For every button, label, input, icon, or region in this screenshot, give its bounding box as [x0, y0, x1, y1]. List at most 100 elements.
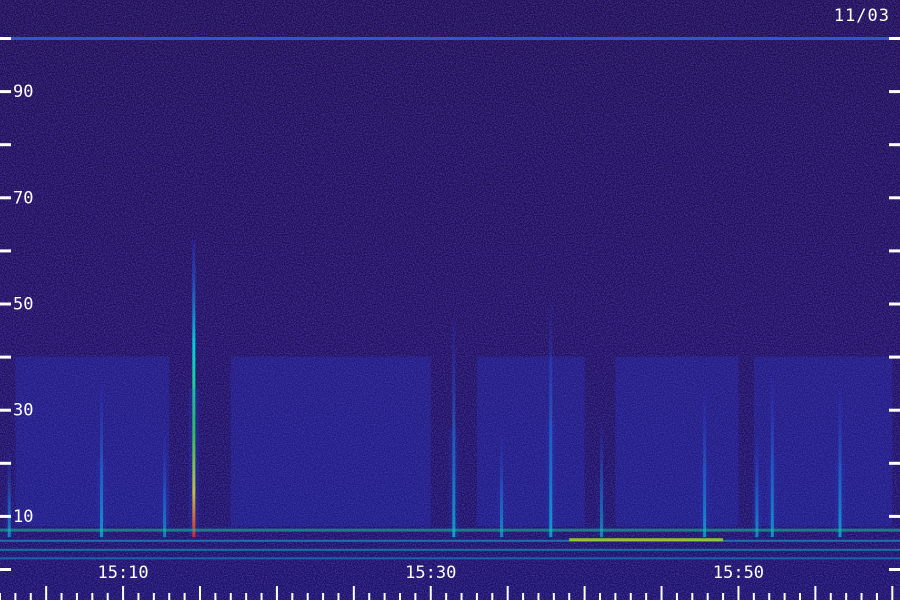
- x-tick: [152, 593, 155, 600]
- y-tick: [889, 514, 900, 518]
- event-glow: [188, 388, 199, 538]
- x-tick: [0, 593, 1, 600]
- y-tick: [889, 196, 900, 200]
- x-tick: [845, 593, 848, 600]
- x-tick: [414, 593, 417, 600]
- x-tick: [275, 586, 278, 600]
- y-tick-label: 10: [13, 507, 33, 527]
- x-tick: [660, 586, 663, 600]
- x-tick: [599, 593, 601, 600]
- x-tick: [583, 586, 586, 600]
- x-tick: [291, 593, 294, 600]
- x-tick: [752, 593, 755, 600]
- x-tick: [29, 593, 32, 600]
- y-tick: [889, 408, 900, 412]
- x-tick: [14, 593, 17, 600]
- y-tick: [0, 461, 11, 465]
- y-tick: [889, 568, 900, 571]
- y-tick: [0, 249, 11, 253]
- x-tick-label: 15:10: [97, 563, 148, 583]
- event-glow: [699, 465, 710, 538]
- y-tick-label: 90: [13, 82, 33, 102]
- hiss-region: [615, 356, 739, 527]
- y-tick: [0, 408, 11, 412]
- x-tick: [75, 593, 78, 600]
- y-tick: [0, 37, 11, 40]
- x-tick: [829, 593, 832, 600]
- x-tick: [537, 593, 540, 600]
- x-tick: [383, 593, 386, 600]
- x-tick: [645, 593, 648, 600]
- event-glow: [596, 478, 607, 538]
- x-tick: [722, 593, 725, 600]
- x-tick: [229, 593, 232, 600]
- x-tick: [399, 593, 401, 600]
- y-tick-label: 30: [13, 401, 33, 421]
- y-tick: [0, 196, 11, 200]
- x-tick: [245, 593, 248, 600]
- x-tick: [675, 593, 678, 600]
- x-tick: [122, 586, 125, 600]
- hiss-region: [15, 356, 170, 527]
- x-tick: [814, 586, 817, 600]
- event-glow: [96, 460, 107, 538]
- y-tick: [0, 90, 11, 94]
- x-tick: [552, 593, 555, 600]
- band-line: [0, 539, 900, 542]
- band-line: [0, 528, 900, 532]
- x-tick-label: 15:30: [405, 563, 456, 583]
- top-band-line: [0, 37, 900, 40]
- x-tick: [337, 593, 340, 600]
- event-glow: [835, 462, 845, 538]
- x-tick: [491, 593, 494, 600]
- x-tick: [45, 586, 48, 600]
- y-tick-label: 70: [13, 188, 33, 208]
- x-tick: [506, 586, 509, 600]
- y-tick: [889, 302, 900, 306]
- y-tick: [889, 249, 900, 253]
- x-tick: [475, 593, 478, 600]
- y-tick-label: 50: [13, 295, 33, 315]
- date-label: 11/03: [833, 6, 890, 26]
- hiss-region: [230, 356, 431, 527]
- band-line: [0, 548, 900, 551]
- y-tick: [0, 514, 11, 518]
- band-line: [569, 538, 724, 542]
- y-tick: [889, 90, 900, 94]
- band-line: [0, 557, 900, 560]
- y-tick: [0, 302, 11, 306]
- hiss-region: [476, 356, 585, 527]
- x-tick: [214, 593, 217, 600]
- x-tick: [522, 593, 525, 600]
- y-tick: [889, 143, 900, 147]
- x-tick: [783, 593, 786, 600]
- x-tick: [199, 586, 201, 600]
- x-tick: [60, 593, 63, 600]
- x-tick: [168, 593, 171, 600]
- y-tick: [0, 355, 11, 359]
- event-glow: [448, 428, 459, 538]
- y-tick: [0, 143, 11, 147]
- x-tick: [768, 593, 771, 600]
- event-glow: [767, 457, 778, 538]
- x-tick: [429, 586, 432, 600]
- x-tick-label: 15:50: [713, 563, 764, 583]
- y-tick: [889, 355, 900, 359]
- x-tick: [629, 593, 632, 600]
- x-tick: [445, 593, 448, 600]
- x-tick: [875, 593, 878, 600]
- y-tick: [889, 461, 900, 465]
- x-tick: [91, 593, 94, 600]
- spectrogram-chart: 10 30 50 70 90 15:10 15:30 15:50: [0, 0, 900, 600]
- x-tick: [799, 593, 801, 600]
- x-tick: [260, 593, 263, 600]
- x-tick: [737, 586, 740, 600]
- x-tick: [306, 593, 309, 600]
- x-tick: [568, 593, 571, 600]
- x-tick: [706, 593, 709, 600]
- x-tick: [460, 593, 463, 600]
- x-tick: [891, 586, 894, 600]
- x-tick: [368, 593, 371, 600]
- x-tick: [137, 593, 140, 600]
- x-tick: [322, 593, 325, 600]
